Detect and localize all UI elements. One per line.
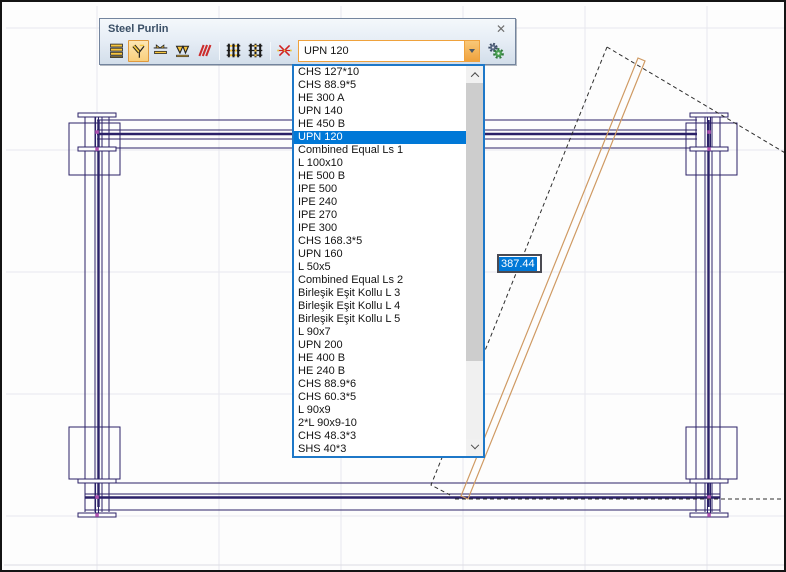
list-item[interactable]: Birleşik Eşit Kollu L 4 — [294, 300, 466, 313]
scrollbar-down-button[interactable] — [466, 439, 483, 456]
profile-combo-value: UPN 120 — [299, 45, 464, 57]
steel-purlin-toolbar: Steel Purlin ✕ — [99, 18, 516, 65]
list-item[interactable]: CHS 127*10 — [294, 66, 466, 79]
list-item[interactable]: L 90x7 — [294, 326, 466, 339]
cad-application-window: 387.44 Steel Purlin ✕ — [0, 0, 786, 572]
chevron-up-icon — [470, 72, 478, 80]
purlin-beam[interactable] — [461, 58, 645, 499]
toolbar-button-row: UPN 120 — [100, 38, 515, 63]
list-item[interactable]: IPE 270 — [294, 209, 466, 222]
toolbar-title-bar[interactable]: Steel Purlin ✕ — [100, 19, 515, 38]
profile-combo-box[interactable]: UPN 120 — [298, 40, 480, 62]
list-item[interactable]: 2*L 90x9-10 — [294, 417, 466, 430]
list-item[interactable]: HE 400 B — [294, 352, 466, 365]
gears-settings-icon[interactable] — [484, 40, 508, 62]
list-item[interactable]: UPN 140 — [294, 105, 466, 118]
stacked-profiles-icon[interactable] — [106, 40, 127, 62]
list-item[interactable]: SHS 40*3 — [294, 443, 466, 456]
list-item[interactable]: HE 450 B — [294, 118, 466, 131]
list-item[interactable]: HE 240 B — [294, 365, 466, 378]
dense-grid-pattern-icon[interactable] — [223, 40, 244, 62]
diagonal-members-icon[interactable] — [194, 40, 215, 62]
list-item[interactable]: L 50x5 — [294, 261, 466, 274]
list-item[interactable]: HE 300 A — [294, 92, 466, 105]
toolbar-title: Steel Purlin — [108, 23, 169, 35]
close-icon[interactable]: ✕ — [493, 23, 509, 35]
list-item[interactable]: IPE 300 — [294, 222, 466, 235]
w-section-icon[interactable] — [172, 40, 193, 62]
list-item[interactable]: L 90x9 — [294, 404, 466, 417]
list-item[interactable]: Combined Equal Ls 1 — [294, 144, 466, 157]
length-measurement-value: 387.44 — [499, 257, 537, 271]
list-item[interactable]: CHS 168.3*5 — [294, 235, 466, 248]
list-item[interactable]: Combined Equal Ls 2 — [294, 274, 466, 287]
list-item[interactable]: IPE 500 — [294, 183, 466, 196]
list-item[interactable]: CHS 60.3*5 — [294, 391, 466, 404]
list-item[interactable]: UPN 160 — [294, 248, 466, 261]
toolbar-separator — [219, 42, 220, 60]
list-item[interactable]: Birleşik Eşit Kollu L 3 — [294, 287, 466, 300]
center-grid-pattern-icon[interactable] — [245, 40, 266, 62]
dropdown-scrollbar[interactable] — [466, 66, 483, 456]
scrollbar-up-button[interactable] — [466, 66, 483, 83]
length-measurement-field[interactable]: 387.44 — [497, 254, 542, 273]
exclude-asterisk-icon[interactable] — [274, 40, 295, 62]
toolbar-separator — [270, 42, 271, 60]
list-item[interactable]: UPN 120 — [294, 131, 466, 144]
chevron-down-icon — [469, 49, 475, 56]
list-item[interactable]: L 100x10 — [294, 157, 466, 170]
profile-dropdown-items: CHS 127*10 CHS 88.9*5 HE 300 A UPN 140 H… — [294, 66, 466, 456]
list-item[interactable]: CHS 88.9*6 — [294, 378, 466, 391]
z-section-on-beam-icon[interactable] — [150, 40, 171, 62]
profile-dropdown-list: CHS 127*10 CHS 88.9*5 HE 300 A UPN 140 H… — [292, 64, 485, 458]
list-item[interactable]: CHS 48.3*3 — [294, 430, 466, 443]
list-item[interactable]: IPE 240 — [294, 196, 466, 209]
list-item[interactable]: UPN 200 — [294, 339, 466, 352]
list-item[interactable]: Birleşik Eşit Kollu L 5 — [294, 313, 466, 326]
angle-profile-icon[interactable] — [128, 40, 149, 62]
list-item[interactable]: HE 500 B — [294, 170, 466, 183]
combo-dropdown-button[interactable] — [464, 41, 479, 61]
scrollbar-thumb[interactable] — [466, 83, 483, 361]
chevron-down-icon — [470, 440, 478, 448]
list-item[interactable]: CHS 88.9*5 — [294, 79, 466, 92]
